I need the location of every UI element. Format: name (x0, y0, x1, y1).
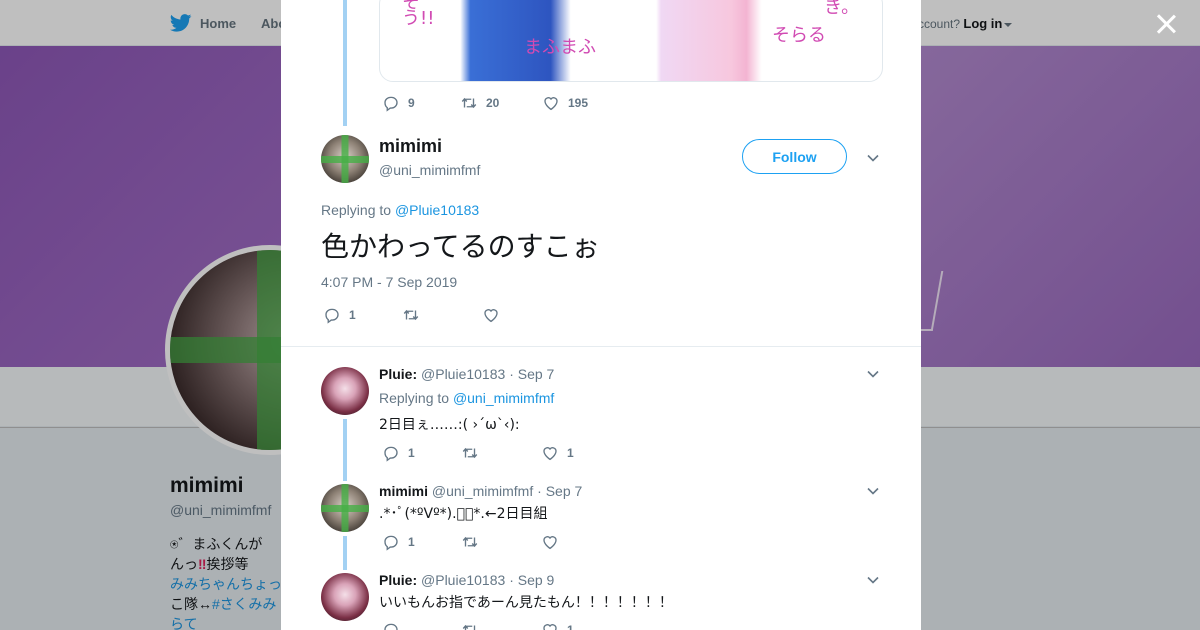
reply-author-name[interactable]: mimimi (379, 483, 428, 499)
retweet-icon (461, 444, 479, 462)
reply-actions: 1 (382, 621, 574, 630)
media-scribble: そう!! (402, 0, 435, 29)
reply-header: mimimi @uni_mimimfmf · Sep 7 (379, 483, 582, 499)
heart-icon (541, 444, 559, 462)
heart-icon (542, 94, 560, 112)
retweet-icon (461, 533, 479, 551)
heart-icon (541, 533, 559, 551)
prev-tweet-actions: 9 20 195 (382, 94, 588, 112)
reply-date[interactable]: · Sep 9 (509, 572, 554, 588)
reply-button[interactable]: 1 (382, 533, 461, 551)
retweet-button[interactable] (402, 306, 482, 324)
reply-button[interactable]: 1 (382, 444, 461, 462)
reply-author-name[interactable]: Pluie: (379, 366, 417, 382)
reply-author-handle[interactable]: @Pluie10183 (421, 572, 505, 588)
replying-to: Replying to @uni_mimimfmf (379, 390, 555, 406)
reply-button[interactable]: 1 (323, 306, 402, 324)
reply-icon (382, 94, 400, 112)
reply-icon (323, 306, 341, 324)
reply-count: 1 (349, 308, 356, 322)
reply-date[interactable]: · Sep 7 (537, 483, 582, 499)
tweet-modal: そう!! まふまふ そらる き。 9 20 195 mimimi @uni_mi… (281, 0, 921, 630)
heart-icon (541, 621, 559, 630)
reply-button[interactable] (382, 621, 461, 630)
retweet-icon (461, 621, 479, 630)
tweet-timestamp[interactable]: 4:07 PM - 7 Sep 2019 (321, 274, 457, 290)
tweet-author-name[interactable]: mimimi (379, 136, 442, 157)
like-button[interactable] (482, 306, 508, 324)
chevron-down-icon[interactable] (866, 151, 880, 165)
heart-icon (482, 306, 500, 324)
like-button[interactable]: 195 (542, 94, 588, 112)
reply-icon (382, 444, 400, 462)
reply-count: 1 (408, 535, 415, 549)
divider (281, 346, 921, 347)
reply-actions: 1 1 (382, 444, 574, 462)
reply-text: 2日目ぇ……:( ›´ω`‹): (379, 417, 520, 433)
media-scribble: まふまふ (524, 37, 596, 58)
follow-button[interactable]: Follow (742, 139, 847, 174)
replying-to: Replying to @Pluie10183 (321, 202, 480, 218)
retweet-button[interactable] (461, 621, 541, 630)
reply-author-handle[interactable]: @Pluie10183 (421, 366, 505, 382)
retweet-button[interactable]: 20 (460, 94, 542, 112)
retweet-count: 20 (486, 96, 500, 110)
reply-text: .*･ﾟ(*ºVº*).ﾟ･*.←2日目組 (379, 506, 548, 522)
reply-date[interactable]: · Sep 7 (509, 366, 554, 382)
chevron-down-icon[interactable] (866, 367, 880, 381)
retweet-icon (460, 94, 478, 112)
tweet-author-handle[interactable]: @uni_mimimfmf (379, 162, 480, 178)
reply-actions: 1 (382, 533, 567, 551)
reply-author-name[interactable]: Pluie: (379, 572, 417, 588)
like-count: 1 (567, 446, 574, 460)
reply-icon (382, 621, 400, 630)
like-count: 195 (568, 96, 589, 110)
avatar[interactable] (321, 135, 369, 183)
reply-count: 9 (408, 96, 415, 110)
reply-text: いいもんお指であーん見たもん！！！！！！！ (379, 595, 673, 611)
reply-icon (382, 533, 400, 551)
avatar[interactable] (321, 484, 369, 532)
mention-link[interactable]: @uni_mimimfmf (453, 390, 554, 406)
avatar[interactable] (321, 367, 369, 415)
retweet-icon (402, 306, 420, 324)
thread-line (343, 419, 347, 481)
close-icon[interactable] (1155, 13, 1177, 35)
like-button[interactable] (541, 533, 567, 551)
reply-header: Pluie: @Pluie10183 · Sep 9 (379, 572, 554, 588)
reply-author-handle[interactable]: @uni_mimimfmf (432, 483, 533, 499)
retweet-button[interactable] (461, 533, 541, 551)
retweet-button[interactable] (461, 444, 541, 462)
reply-header: Pluie: @Pluie10183 · Sep 7 (379, 366, 554, 382)
like-count: 1 (567, 623, 574, 630)
chevron-down-icon[interactable] (866, 484, 880, 498)
thread-line (343, 536, 347, 570)
like-button[interactable]: 1 (541, 444, 574, 462)
thread-line (343, 0, 347, 126)
chevron-down-icon[interactable] (866, 573, 880, 587)
tweet-media-image[interactable]: そう!! まふまふ そらる き。 (379, 0, 883, 82)
reply-count: 1 (408, 446, 415, 460)
like-button[interactable]: 1 (541, 621, 574, 630)
tweet-text: 色かわってるのすこぉ (321, 230, 600, 263)
media-scribble: そらる (772, 25, 826, 46)
avatar[interactable] (321, 573, 369, 621)
mention-link[interactable]: @Pluie10183 (395, 202, 479, 218)
main-tweet-actions: 1 (323, 306, 508, 324)
reply-button[interactable]: 9 (382, 94, 460, 112)
media-scribble: き。 (824, 0, 860, 18)
